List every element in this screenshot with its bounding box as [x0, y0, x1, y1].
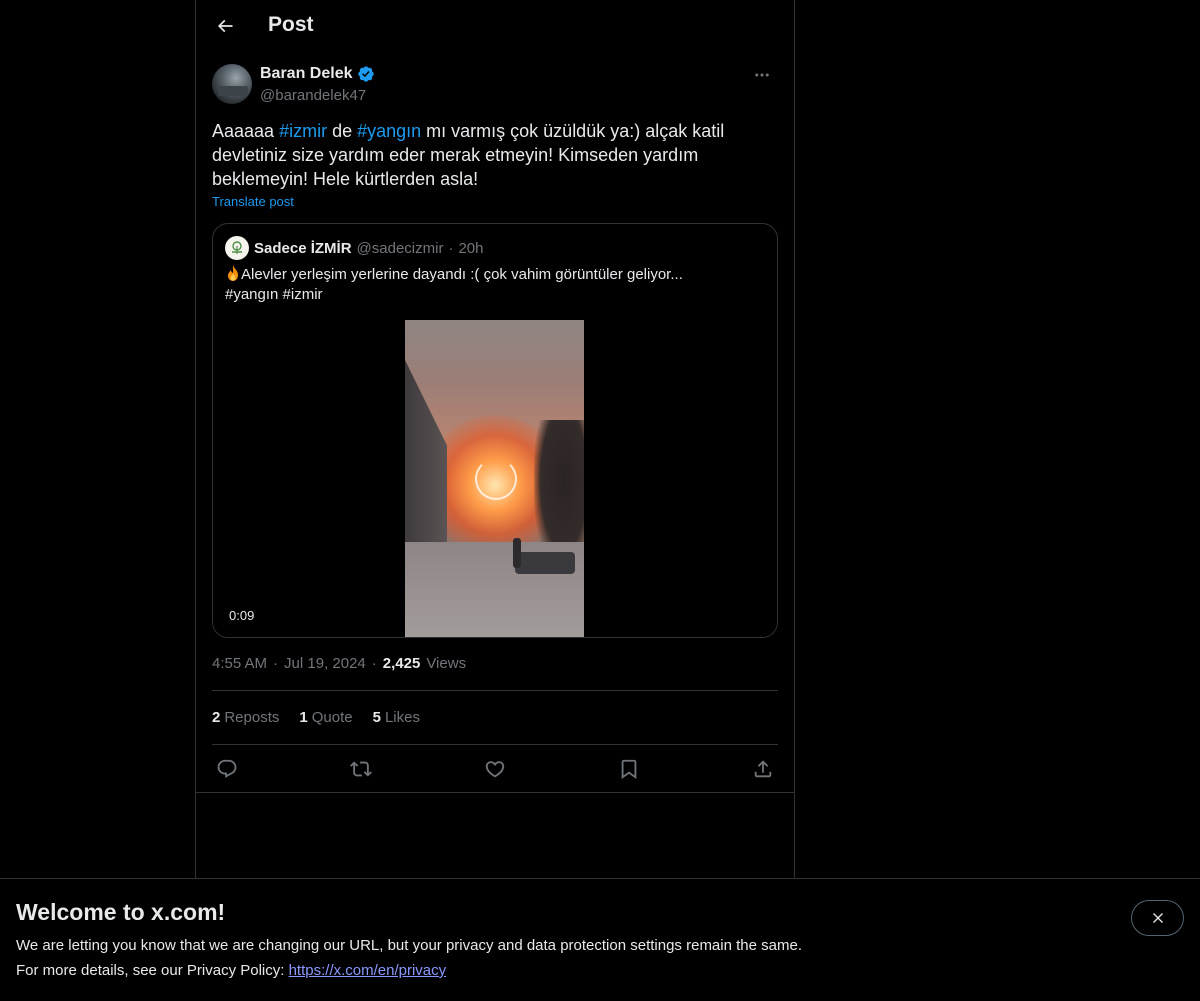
author-name[interactable]: Baran Delek — [260, 65, 353, 83]
repost-icon — [350, 761, 372, 777]
page-title: Post — [268, 13, 314, 36]
divider — [212, 744, 778, 745]
quote-hashtags: #yangın #izmir — [225, 286, 323, 303]
post-text-part: de — [327, 121, 358, 141]
like-button[interactable] — [480, 754, 510, 784]
reply-button[interactable] — [212, 754, 242, 784]
welcome-banner: Welcome to x.com! We are letting you kno… — [0, 878, 1200, 1001]
more-options-button[interactable] — [746, 64, 778, 86]
heart-icon — [485, 761, 505, 778]
video-duration: 0:09 — [225, 607, 259, 624]
divider — [212, 690, 778, 691]
video-player[interactable]: 0:09 — [213, 320, 777, 637]
action-bar — [212, 754, 778, 784]
banner-title: Welcome to x.com! — [16, 899, 226, 925]
avatar[interactable] — [212, 64, 252, 104]
verified-badge-icon — [357, 66, 374, 82]
quotes-stat[interactable]: 1 Quote — [299, 709, 352, 726]
quoted-post[interactable]: Sadece İZMİR @sadecizmir · 20h Alevler y… — [212, 223, 778, 638]
back-button[interactable] — [208, 9, 242, 43]
loading-spinner-icon — [475, 458, 517, 500]
post-text: Aaaaaa #izmir de #yangın mı varmış çok ü… — [212, 119, 752, 191]
quotes-count: 1 — [299, 709, 308, 726]
banner-privacy-line: For more details, see our Privacy Policy… — [16, 962, 446, 979]
views-count: 2,425 — [382, 655, 421, 672]
post-meta: 4:55 AM · Jul 19, 2024 · 2,425 Views — [212, 655, 466, 672]
video-thumbnail — [405, 320, 584, 637]
fire-emoji-icon — [228, 265, 238, 281]
close-banner-button[interactable] — [1131, 900, 1184, 936]
tree-logo-icon — [232, 241, 242, 254]
reply-icon — [217, 759, 237, 778]
hashtag-link[interactable]: #izmir — [279, 121, 327, 141]
banner-privacy-prefix: For more details, see our Privacy Policy… — [16, 962, 289, 979]
views-label: Views — [426, 655, 467, 672]
quotes-label: Quote — [311, 709, 353, 726]
post-date[interactable]: Jul 19, 2024 — [284, 655, 366, 672]
separator-dot: · — [371, 655, 377, 672]
post-text-part: Aaaaaa — [212, 121, 280, 141]
separator-dot: · — [448, 239, 454, 257]
quote-text: Alevler yerleşim yerlerine dayandı :( ço… — [225, 264, 765, 305]
quote-author-handle[interactable]: @sadecizmir — [357, 240, 444, 257]
reposts-label: Reposts — [224, 709, 280, 726]
share-button[interactable] — [748, 754, 778, 784]
bookmark-button[interactable] — [614, 754, 644, 784]
translate-post-link[interactable]: Translate post — [212, 194, 294, 209]
quote-timestamp[interactable]: 20h — [458, 240, 483, 257]
quote-avatar[interactable] — [225, 236, 249, 260]
likes-count: 5 — [372, 709, 381, 726]
repost-button[interactable] — [346, 754, 376, 784]
bookmark-icon — [621, 759, 637, 780]
post-header: Post — [196, 0, 794, 53]
more-dots-icon — [755, 73, 769, 77]
close-icon — [1152, 913, 1163, 923]
reposts-count: 2 — [212, 709, 221, 726]
main-column: Post Baran Delek @barandelek47 Aaaaaa #i… — [195, 0, 795, 1000]
arrow-left-icon — [217, 19, 233, 33]
quote-header: Sadece İZMİR @sadecizmir · 20h — [225, 236, 483, 260]
author-handle[interactable]: @barandelek47 — [260, 87, 366, 104]
privacy-policy-link[interactable]: https://x.com/en/privacy — [289, 962, 447, 979]
banner-message: We are letting you know that we are chan… — [16, 937, 802, 954]
reposts-stat[interactable]: 2 Reposts — [212, 709, 279, 726]
post-time[interactable]: 4:55 AM — [212, 655, 267, 672]
likes-stat[interactable]: 5 Likes — [373, 709, 420, 726]
hashtag-link[interactable]: #yangın — [357, 121, 421, 141]
likes-label: Likes — [384, 709, 420, 726]
divider — [196, 792, 794, 793]
author-name-row: Baran Delek — [260, 65, 375, 83]
separator-dot: · — [273, 655, 279, 672]
quote-text-body: Alevler yerleşim yerlerine dayandı :( ço… — [241, 266, 683, 283]
quote-author-name[interactable]: Sadece İZMİR — [254, 240, 352, 257]
share-icon — [754, 760, 772, 778]
post-author: Baran Delek @barandelek47 — [212, 64, 778, 108]
post-stats: 2 Reposts 1 Quote 5 Likes — [212, 709, 420, 726]
